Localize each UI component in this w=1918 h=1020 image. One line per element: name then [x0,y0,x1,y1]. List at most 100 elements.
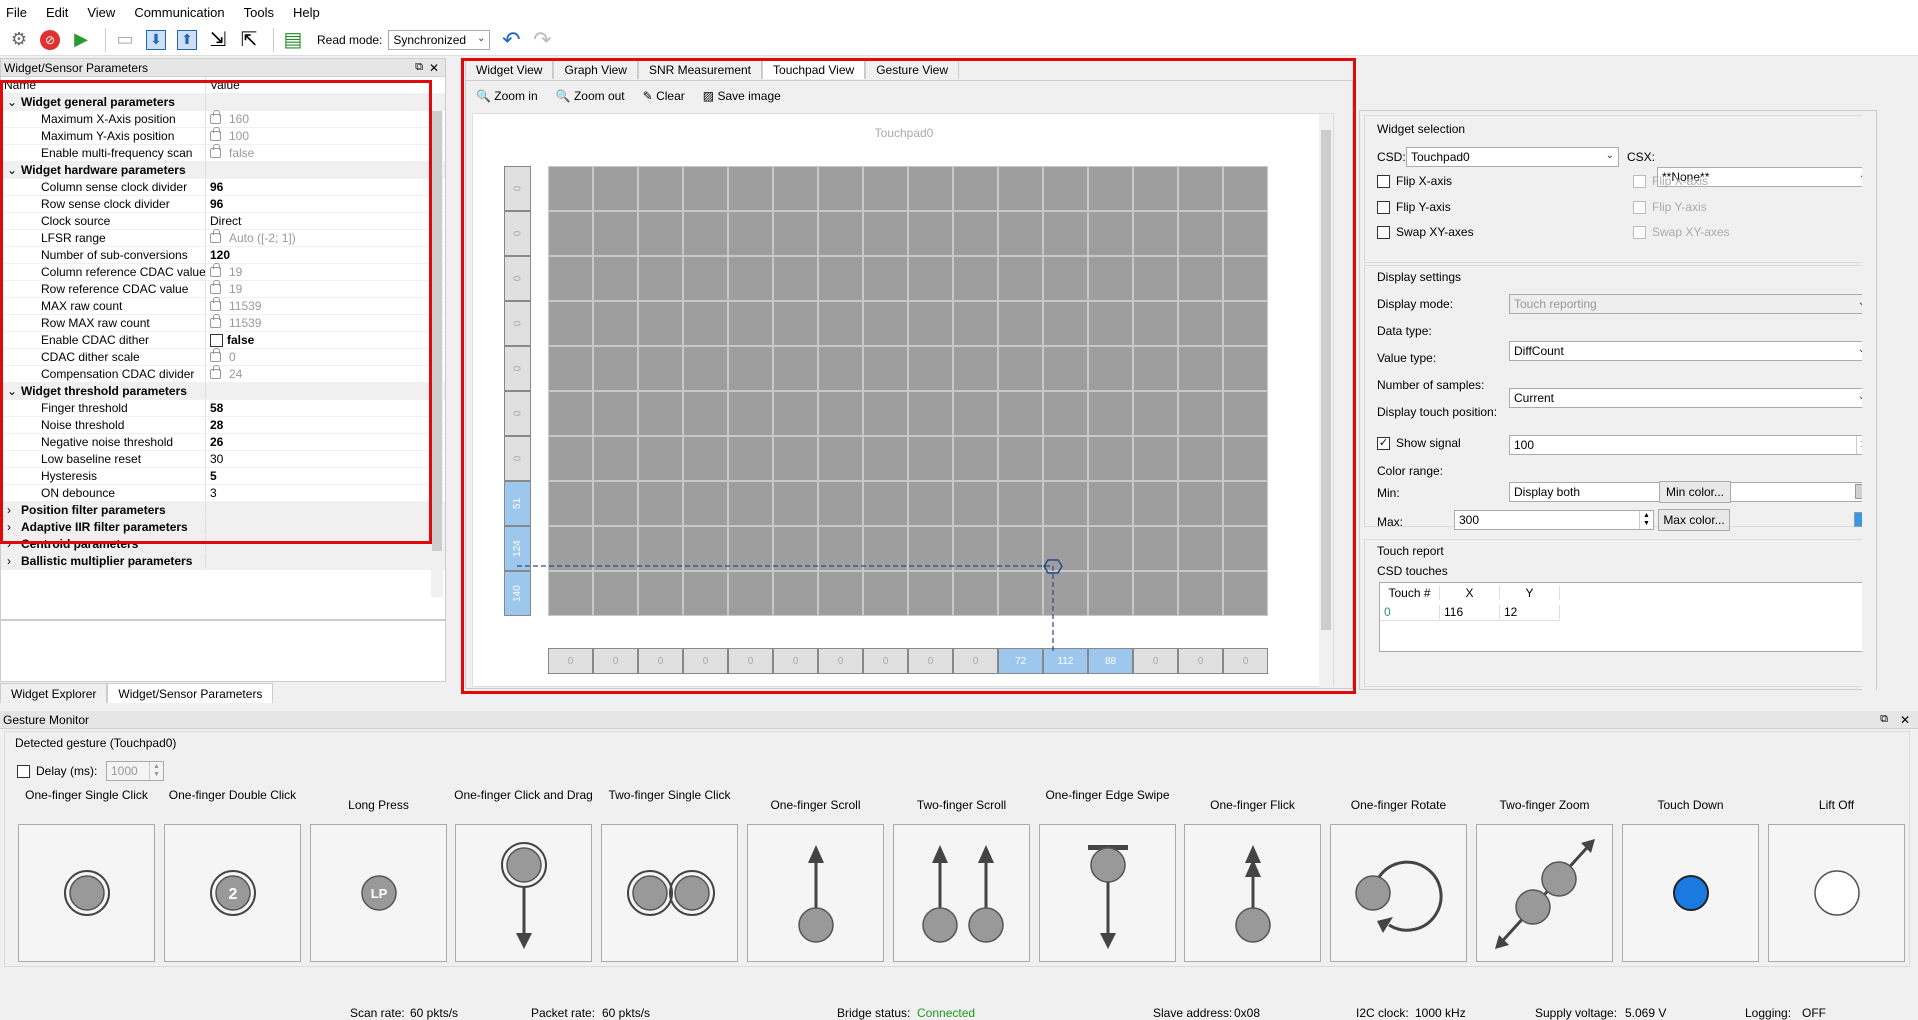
spin-arrows-icon[interactable]: ▲▼ [1639,511,1653,529]
i2c-clock-value: 1000 kHz [1415,1006,1466,1020]
menu-bar: File Edit View Communication Tools Help [0,0,1918,24]
gesture-label: One-finger Scroll [770,798,861,812]
csd-select[interactable]: Touchpad0 ⌄ [1406,147,1619,167]
stop-icon[interactable]: ⊘ [37,27,63,53]
widget-selection-title: Widget selection [1377,122,1466,136]
gesture-card [1622,824,1759,962]
gesture-card [455,824,592,962]
min-color-button[interactable]: Min color... [1659,481,1731,503]
menu-file[interactable]: File [6,5,27,20]
gesture-icon [1355,860,1443,933]
value-type-label: Value type: [1377,351,1437,365]
redo-icon[interactable]: ↷ [529,27,555,53]
menu-communication[interactable]: Communication [134,5,224,20]
chevron-down-icon: ⌄ [476,32,486,44]
tab-widget-sensor-parameters[interactable]: Widget/Sensor Parameters [107,683,274,703]
delay-checkbox[interactable]: Delay (ms): [17,764,97,779]
close-icon[interactable]: ✕ [1900,713,1910,727]
value-type-select[interactable]: Current⌄ [1509,388,1871,408]
touch-header-x: X [1440,586,1500,600]
csx-flip-y-checkbox[interactable]: Flip Y-axis [1633,200,1707,215]
supply-voltage-label: Supply voltage: [1535,1006,1618,1020]
flip-x-checkbox[interactable]: Flip X-axis [1377,174,1452,189]
display-mode-value: Touch reporting [1514,297,1597,311]
float-icon[interactable]: ⧉ [415,61,423,74]
gear-icon[interactable]: ⚙ [6,27,32,53]
play-icon[interactable]: ▶ [68,27,94,53]
menu-help[interactable]: Help [293,5,320,20]
gesture-card [18,824,155,962]
import-icon[interactable]: ⇲ [205,27,231,53]
max-label: Max: [1377,515,1404,529]
float-icon[interactable]: ⧉ [1880,713,1888,726]
tab-widget-explorer[interactable]: Widget Explorer [0,683,108,703]
tree-scrollbar[interactable] [431,97,443,597]
table-row[interactable]: 0 116 12 [1380,603,1560,621]
gesture-card [1768,824,1905,962]
swap-xy-checkbox[interactable]: Swap XY-axes [1377,225,1474,240]
gesture-label: Long Press [348,798,409,812]
csx-swap-xy-checkbox[interactable]: Swap XY-axes [1633,225,1730,240]
bridge-status-value: Connected [917,1006,976,1020]
gesture-label: Two-finger Zoom [1499,798,1590,812]
touch-table: Touch # X Y 0 116 12 [1379,582,1869,652]
touch-x-cell: 116 [1440,604,1500,619]
max-input[interactable]: 300 ▲ ▼ [1454,510,1654,530]
max-value: 300 [1459,513,1480,527]
read-mode-select[interactable]: Synchronized ⌄ [388,29,491,50]
gesture-icon [1235,845,1271,943]
max-color-button[interactable]: Max color... [1658,509,1730,531]
left-bottom-tabs: Widget Explorer Widget/Sensor Parameters [0,683,274,703]
gesture-label: Touch Down [1657,798,1724,812]
chevron-right-icon[interactable]: › [7,554,21,568]
menu-edit[interactable]: Edit [46,5,68,20]
display-mode-select[interactable]: Touch reporting⌄ [1509,294,1871,314]
data-type-select[interactable]: DiffCount⌄ [1509,341,1871,361]
delay-input[interactable]: 1000 ▲ ▼ [106,761,164,781]
show-signal-checkbox[interactable]: ✓ Show signal [1377,436,1461,451]
gesture-icon [1673,875,1709,911]
touch-header-y: Y [1500,586,1560,600]
folder-icon[interactable]: ▭ [112,27,138,53]
toolbar: ⚙ ⊘ ▶ ▭ ⬇ ⬆ ⇲ ⇱ ▤ Read mode: Synchronize… [0,24,1918,56]
right-settings-panel: Widget selection CSD: Touchpad0 ⌄ CSX: **… [1359,110,1877,691]
undo-icon[interactable]: ↶ [498,27,524,53]
menu-tools[interactable]: Tools [244,5,274,20]
logging-value: OFF [1802,1006,1826,1020]
download-icon[interactable]: ⬇ [143,27,169,53]
data-type-label: Data type: [1377,324,1432,338]
read-mode-label: Read mode: [317,32,383,47]
double-click-digit: 2 [229,886,238,903]
packet-rate-label: Packet rate: [531,1006,596,1020]
gesture-label: One-finger Single Click [25,788,148,802]
log-icon[interactable]: ▤ [280,27,306,53]
gesture-card [1184,824,1321,962]
group-label: › Ballistic multiplier parameters [1,553,206,569]
samples-input[interactable]: 100▲▼ [1509,435,1871,455]
spin-arrows-icon[interactable]: ▲▼ [149,762,163,780]
touch-num-cell: 0 [1380,604,1440,619]
settings-scrollbar[interactable] [1862,111,1876,691]
display-settings-title: Display settings [1377,270,1462,284]
export-icon[interactable]: ⇱ [236,27,262,53]
description-area [0,620,446,682]
color-range-label: Color range: [1377,464,1444,478]
csx-flip-x-checkbox[interactable]: Flip X-axis [1633,174,1708,189]
long-press-text: LP [371,886,388,901]
scan-rate-value: 60 pkts/s [410,1006,459,1020]
gesture-card [747,824,884,962]
close-icon[interactable]: ✕ [429,61,439,75]
tree-group-row[interactable]: › Ballistic multiplier parameters [1,553,445,570]
menu-view[interactable]: View [87,5,115,20]
display-settings-group: Display settings Display mode: Touch rep… [1364,265,1874,602]
upload-icon[interactable]: ⬆ [174,27,200,53]
slave-address-value: 0x08 [1234,1006,1261,1020]
gesture-label: One-finger Click and Drag [454,788,593,802]
gesture-icon [501,842,547,949]
gesture-label: One-finger Rotate [1350,798,1447,812]
gesture-label: One-finger Edge Swipe [1045,788,1170,802]
gesture-icon [1814,870,1860,916]
csd-touches-label: CSD touches [1377,564,1448,578]
read-mode-value: Synchronized [393,32,467,47]
flip-y-checkbox[interactable]: Flip Y-axis [1377,200,1451,215]
